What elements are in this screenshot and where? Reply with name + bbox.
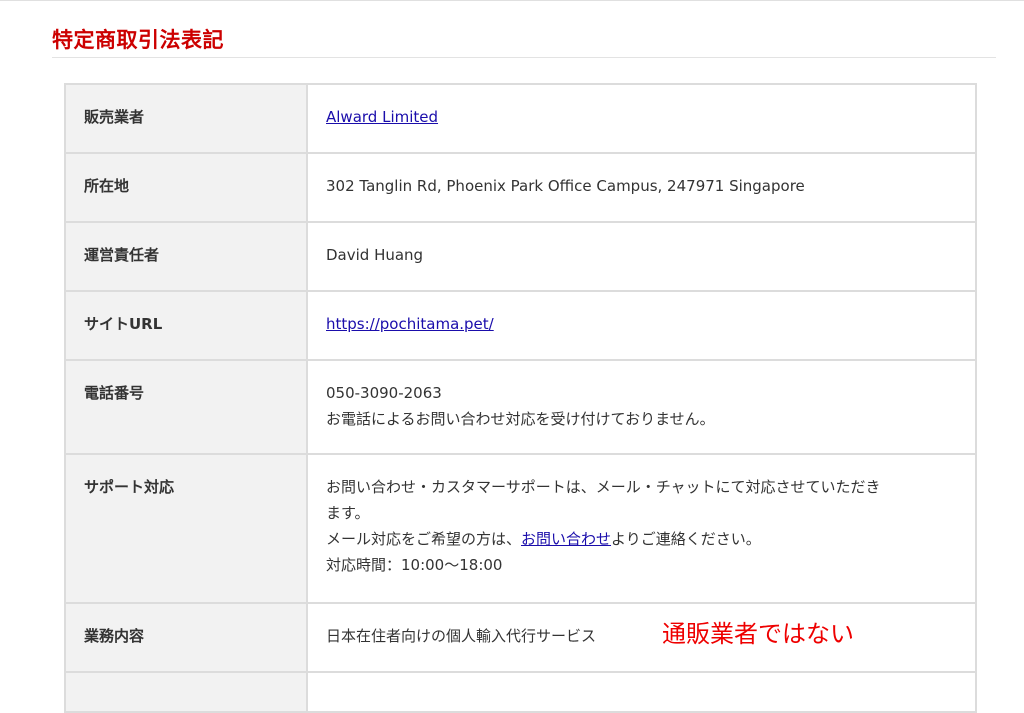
row-label: 業務内容	[64, 602, 308, 673]
row-value: David Huang	[306, 221, 977, 292]
support-text-line: お問い合わせ・カスタマーサポートは、メール・チャットにて対応させていただき	[326, 478, 881, 496]
row-value: Alward Limited	[306, 83, 977, 154]
table-row-seller: 販売業者 Alward Limited	[64, 83, 977, 154]
table-row-support: サポート対応 お問い合わせ・カスタマーサポートは、メール・チャットにて対応させて…	[64, 453, 977, 604]
top-border	[0, 0, 1024, 1]
annotation-note: 通販業者ではない	[662, 620, 854, 648]
title-divider	[52, 57, 996, 58]
row-value: お問い合わせ・カスタマーサポートは、メール・チャットにて対応させていただき ます…	[306, 453, 977, 604]
contact-link[interactable]: お問い合わせ	[521, 530, 611, 548]
phone-number: 050-3090-2063	[326, 384, 442, 402]
table-row-phone: 電話番号 050-3090-2063 お電話によるお問い合わせ対応を受け付けてお…	[64, 359, 977, 455]
support-text-line: ます。	[326, 504, 370, 522]
support-contact-line: メール対応をご希望の方は、お問い合わせよりご連絡ください。	[326, 526, 957, 552]
seller-link[interactable]: Alward Limited	[326, 108, 438, 126]
row-value	[306, 671, 977, 713]
page-title: 特定商取引法表記	[52, 28, 224, 52]
row-label: サポート対応	[64, 453, 308, 604]
row-label: 電話番号	[64, 359, 308, 455]
table-row-next	[64, 671, 977, 713]
table-row-address: 所在地 302 Tanglin Rd, Phoenix Park Office …	[64, 152, 977, 223]
row-value: https://pochitama.pet/	[306, 290, 977, 361]
row-label: 販売業者	[64, 83, 308, 154]
support-hours: 対応時間：10:00〜18:00	[326, 556, 503, 574]
row-value: 日本在住者向けの個人輸入代行サービス	[306, 602, 977, 673]
site-url-link[interactable]: https://pochitama.pet/	[326, 315, 494, 333]
row-label	[64, 671, 308, 713]
row-label: サイトURL	[64, 290, 308, 361]
support-text: よりご連絡ください。	[611, 530, 761, 548]
table-row-site-url: サイトURL https://pochitama.pet/	[64, 290, 977, 361]
table-row-manager: 運営責任者 David Huang	[64, 221, 977, 292]
row-label: 所在地	[64, 152, 308, 223]
row-value: 050-3090-2063 お電話によるお問い合わせ対応を受け付けておりません。	[306, 359, 977, 455]
row-label: 運営責任者	[64, 221, 308, 292]
phone-note: お電話によるお問い合わせ対応を受け付けておりません。	[326, 410, 715, 428]
support-text: メール対応をご希望の方は、	[326, 530, 522, 548]
row-value: 302 Tanglin Rd, Phoenix Park Office Camp…	[306, 152, 977, 223]
